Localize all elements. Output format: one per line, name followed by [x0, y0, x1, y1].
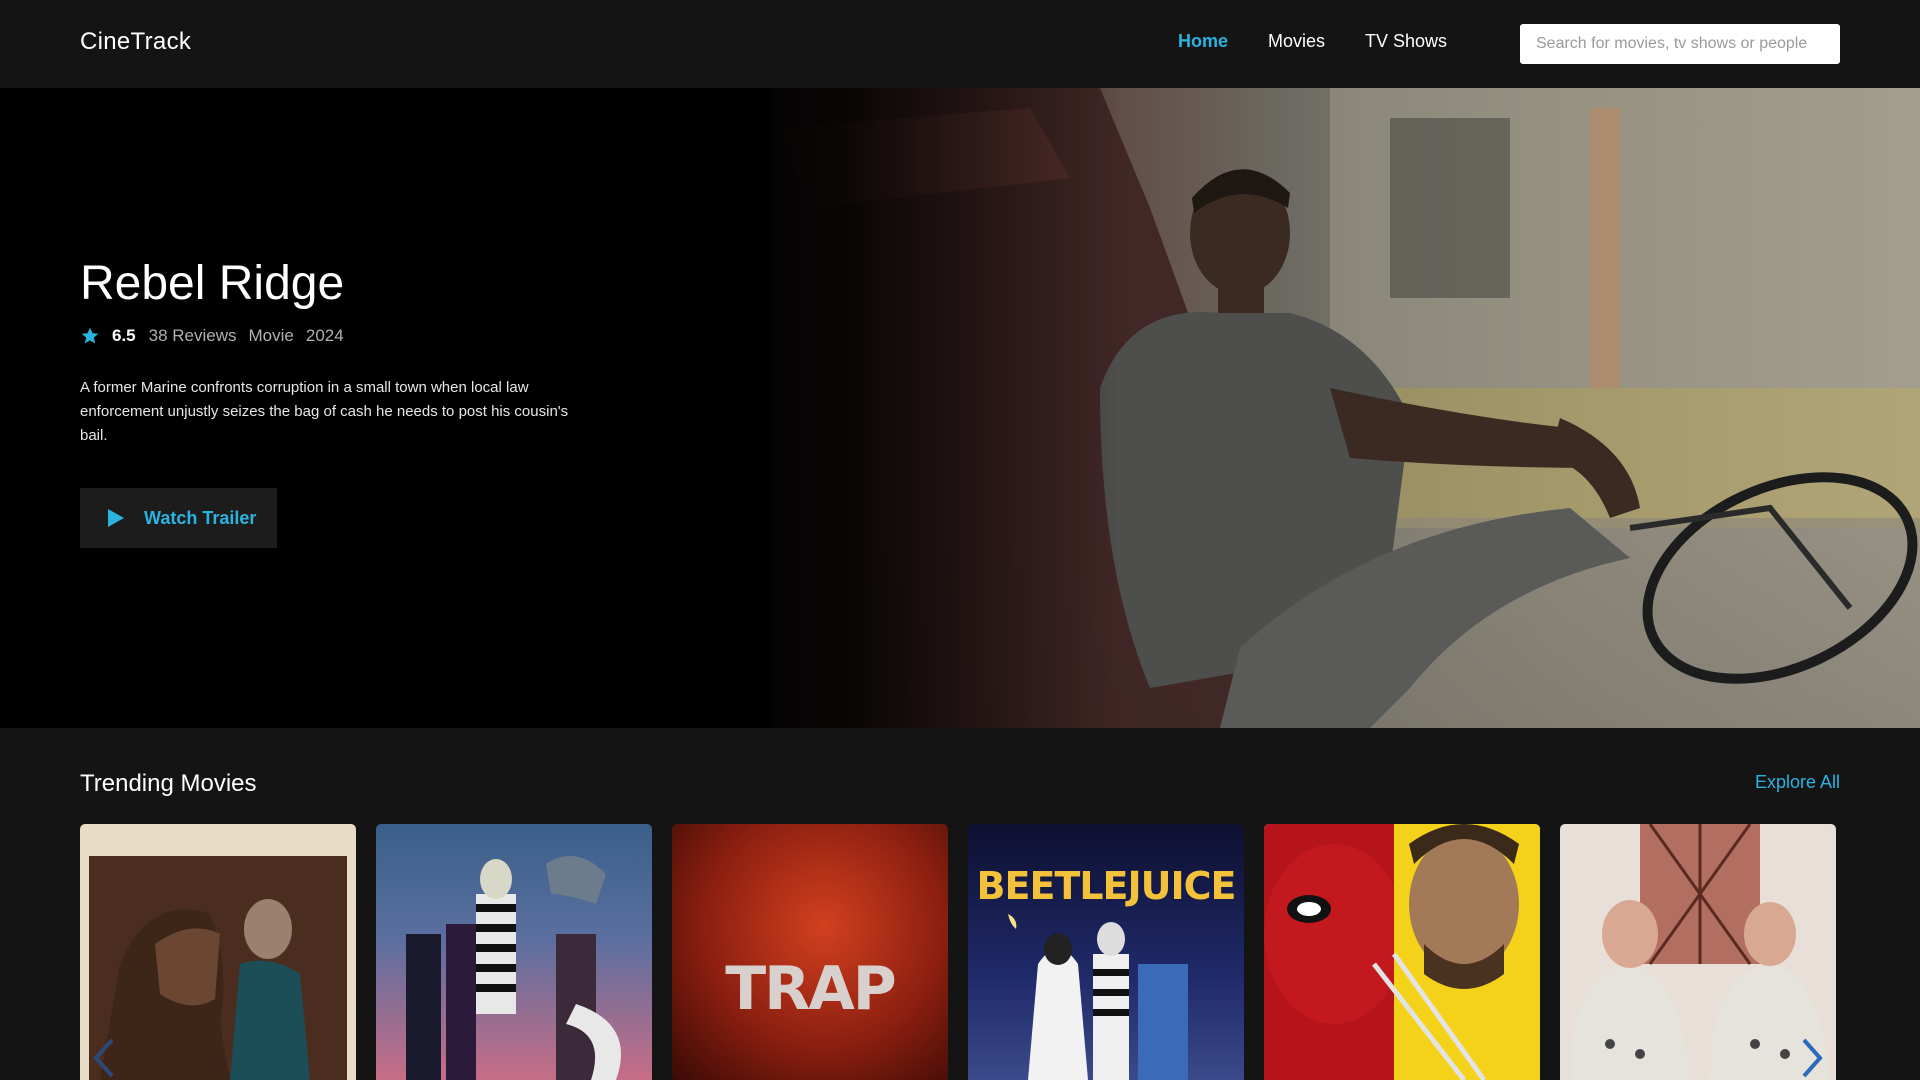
rating-value: 6.5: [112, 326, 136, 345]
movie-card[interactable]: [1264, 824, 1540, 1080]
play-icon: [108, 509, 124, 527]
search-input[interactable]: [1520, 24, 1840, 64]
nav-link-tv-shows[interactable]: TV Shows: [1365, 31, 1447, 52]
hero-title: Rebel Ridge: [80, 257, 345, 310]
hero-meta: 6.5 38 Reviews Movie 2024: [80, 326, 356, 346]
movie-card[interactable]: TRAP: [672, 824, 948, 1080]
beetlejuice-poster: [1008, 914, 1188, 1080]
movie-card[interactable]: BEETLEJUICE: [968, 824, 1244, 1080]
movie-card[interactable]: [1560, 824, 1836, 1080]
trending-carousel: TRAP BEETLEJUICE: [80, 824, 1840, 1080]
rebel-ridge-poster: [89, 856, 347, 1080]
deadpool-wolverine-poster: [1264, 824, 1540, 1080]
hero-banner: Rebel Ridge 6.5 38 Reviews Movie 2024 A …: [0, 88, 1920, 728]
hero-gradient-overlay: [700, 88, 1120, 728]
media-type: Movie: [248, 326, 294, 345]
top-navbar: CineTrack Home Movies TV Shows: [0, 0, 1920, 88]
watch-trailer-button[interactable]: Watch Trailer: [80, 488, 277, 548]
hero-description: A former Marine confronts corruption in …: [80, 379, 569, 444]
carousel-next-arrow-icon[interactable]: [1800, 1036, 1826, 1080]
carousel-prev-arrow-icon[interactable]: [90, 1036, 116, 1080]
app-logo[interactable]: CineTrack: [80, 28, 191, 56]
astronauts-poster: [1570, 824, 1830, 1080]
explore-all-link[interactable]: Explore All: [1755, 772, 1840, 793]
nav-link-home[interactable]: Home: [1178, 31, 1228, 52]
star-icon: [81, 327, 99, 344]
trap-poster-title: TRAP: [725, 954, 897, 1024]
beetlejuice-beetlejuice-poster: [406, 856, 621, 1080]
nav-links: Home Movies TV Shows: [1178, 31, 1447, 52]
release-year: 2024: [305, 326, 344, 345]
nav-link-movies[interactable]: Movies: [1268, 31, 1325, 52]
movie-card[interactable]: [80, 824, 356, 1080]
movie-card[interactable]: [376, 824, 652, 1080]
watch-trailer-label: Watch Trailer: [144, 507, 257, 528]
reviews-count: 38 Reviews: [148, 326, 237, 345]
section-title-trending: Trending Movies: [80, 770, 257, 797]
